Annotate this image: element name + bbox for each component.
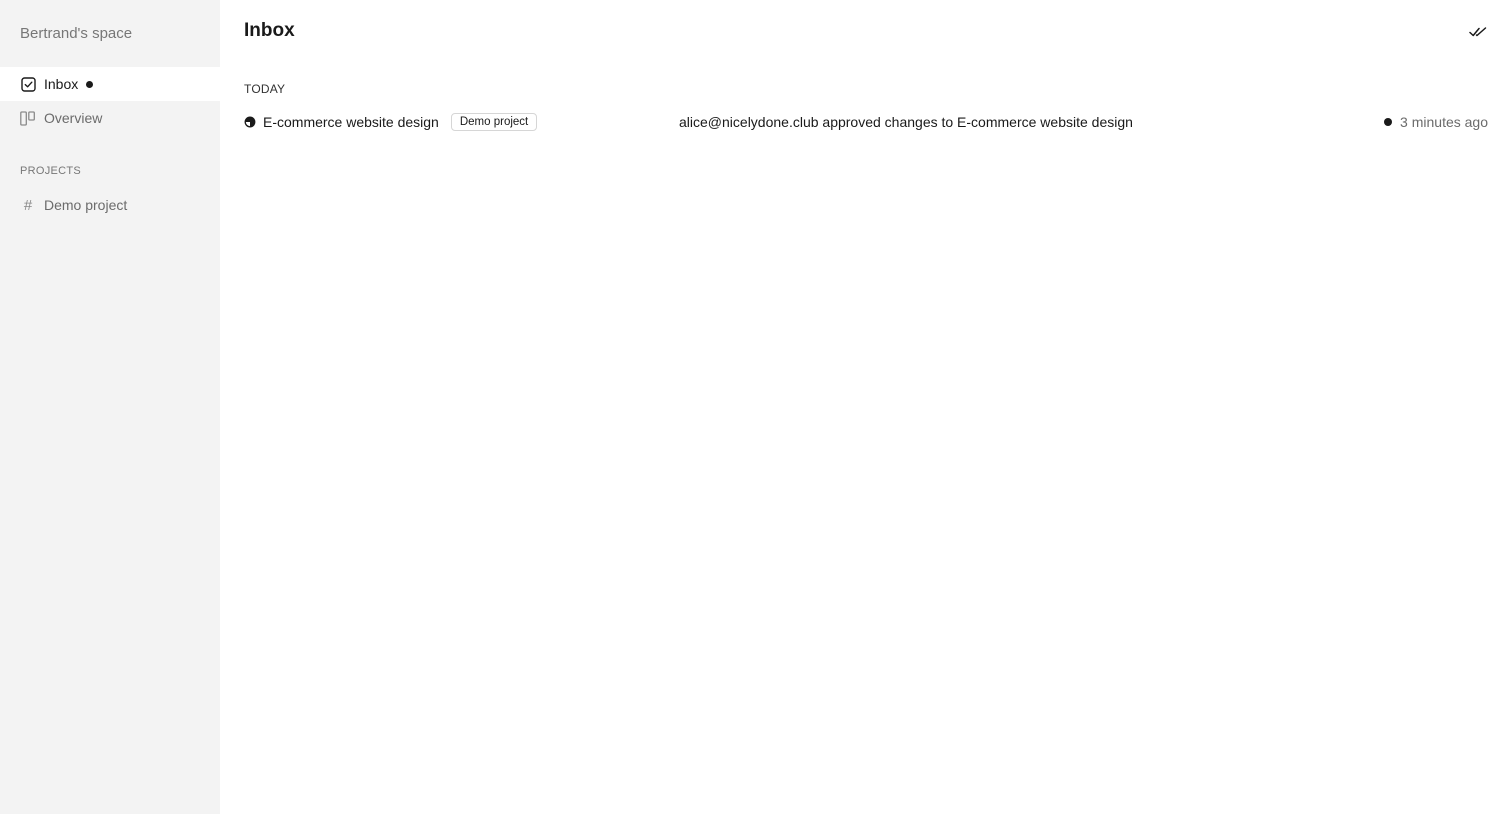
sidebar-item-label: Overview: [44, 110, 103, 126]
double-check-icon[interactable]: [1468, 24, 1488, 40]
hash-icon: #: [23, 196, 33, 214]
workspace-name[interactable]: Bertrand's space: [20, 25, 132, 42]
unread-indicator: [86, 80, 94, 88]
sidebar-item-inbox[interactable]: Inbox: [0, 67, 220, 101]
time-label: 3 minutes ago: [1400, 114, 1488, 130]
activity-text: alice@nicelydone.club approved changes t…: [679, 114, 1133, 130]
group-label-today: TODAY: [244, 82, 286, 96]
unread-dot: [1384, 118, 1393, 126]
sidebar-item-demo-project[interactable]: # Demo project: [0, 188, 220, 222]
sidebar-item-label: Inbox: [44, 76, 79, 92]
project-tag[interactable]: Demo project: [450, 113, 538, 131]
sidebar: Bertrand's space Inbox Overview PROJECTS: [0, 0, 220, 814]
timestamp: 3 minutes ago: [1384, 114, 1488, 130]
inbox-row[interactable]: E-commerce website design Demo project a…: [244, 108, 1488, 136]
page-title: Inbox: [244, 20, 295, 41]
task-title: E-commerce website design: [263, 114, 439, 130]
board-icon: [20, 110, 36, 126]
main-content: Inbox TODAY E-commerce website design De…: [220, 0, 1512, 814]
half-circle-status-icon: [244, 116, 256, 128]
sidebar-item-label: Demo project: [44, 197, 128, 213]
checkbox-icon: [20, 76, 36, 92]
projects-section-label: PROJECTS: [20, 165, 82, 177]
sidebar-item-overview[interactable]: Overview: [0, 101, 220, 135]
app-root: Bertrand's space Inbox Overview PROJECTS: [0, 0, 1512, 814]
